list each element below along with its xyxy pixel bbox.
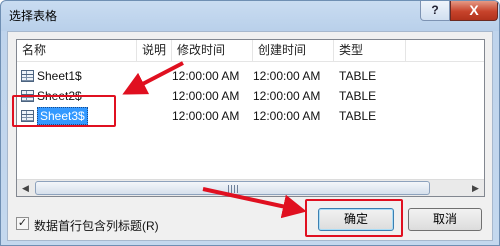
arrow-left-icon[interactable]: ◀ (17, 180, 34, 196)
table-icon (21, 90, 34, 102)
help-button[interactable]: ? (420, 1, 450, 21)
title-bar[interactable]: 选择表格 ? X (1, 1, 499, 31)
row-name: Sheet3$ (37, 107, 88, 125)
table-row-selected[interactable]: Sheet3$ 12:00:00 AM 12:00:00 AM TABLE (17, 106, 484, 126)
row-created: 12:00:00 AM (253, 89, 321, 103)
table-icon (21, 110, 34, 122)
row-name: Sheet1$ (37, 69, 82, 83)
grip-icon (227, 185, 238, 193)
row-modified: 12:00:00 AM (172, 69, 240, 83)
table-row[interactable]: Sheet2$ 12:00:00 AM 12:00:00 AM TABLE (17, 86, 484, 106)
row-name-cell: Sheet2$ (21, 86, 82, 106)
row-created: 12:00:00 AM (253, 69, 321, 83)
list-header: 名称 说明 修改时间 创建时间 类型 (17, 40, 484, 62)
row-modified: 12:00:00 AM (172, 89, 240, 103)
row-type: TABLE (339, 69, 377, 83)
column-header-modified[interactable]: 修改时间 (172, 40, 253, 62)
first-row-headers-checkbox[interactable]: ✓ (16, 217, 29, 230)
cancel-button[interactable]: 取消 (408, 208, 482, 231)
column-header-type[interactable]: 类型 (334, 40, 406, 62)
row-name-cell: Sheet3$ (21, 106, 88, 126)
row-name-cell: Sheet1$ (21, 66, 82, 86)
row-created: 12:00:00 AM (253, 109, 321, 123)
arrow-right-icon[interactable]: ▶ (467, 180, 484, 196)
select-table-dialog: 选择表格 ? X 名称 说明 修改时间 创建时间 类型 Sheet1$ 12:0… (0, 0, 500, 246)
table-row[interactable]: Sheet1$ 12:00:00 AM 12:00:00 AM TABLE (17, 66, 484, 86)
dialog-title: 选择表格 (9, 9, 58, 23)
column-header-description[interactable]: 说明 (137, 40, 172, 62)
row-type: TABLE (339, 109, 377, 123)
column-header-name[interactable]: 名称 (17, 40, 137, 62)
close-button[interactable]: X (450, 1, 498, 21)
row-modified: 12:00:00 AM (172, 109, 240, 123)
table-list[interactable]: 名称 说明 修改时间 创建时间 类型 Sheet1$ 12:00:00 AM 1… (16, 39, 485, 197)
dialog-body: 名称 说明 修改时间 创建时间 类型 Sheet1$ 12:00:00 AM 1… (7, 31, 493, 241)
table-icon (21, 70, 34, 82)
first-row-headers-label: 数据首行包含列标题(R) (34, 219, 159, 233)
horizontal-scrollbar[interactable]: ◀ ▶ (17, 179, 484, 196)
row-name: Sheet2$ (37, 89, 82, 103)
column-header-created[interactable]: 创建时间 (253, 40, 334, 62)
ok-button[interactable]: 确定 (318, 208, 394, 231)
scrollbar-thumb[interactable] (35, 181, 430, 195)
row-type: TABLE (339, 89, 377, 103)
